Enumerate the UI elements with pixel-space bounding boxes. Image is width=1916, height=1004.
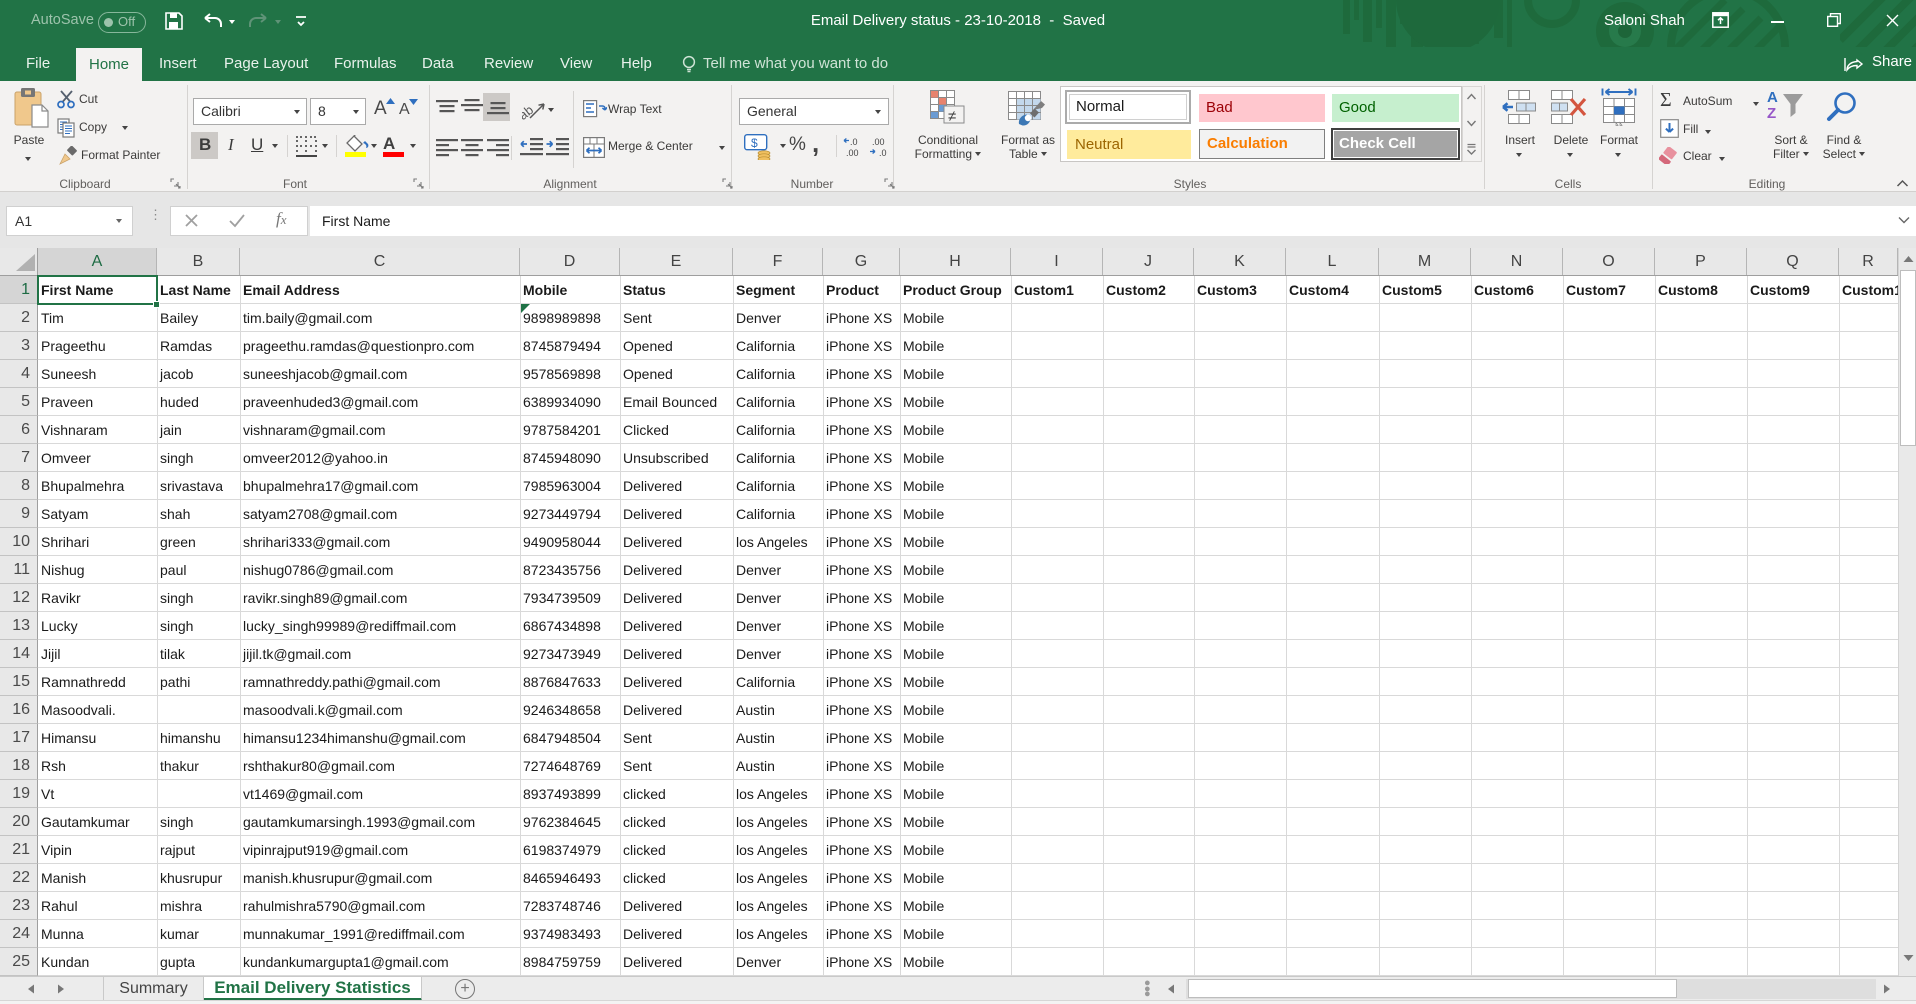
svg-text:.0: .0 xyxy=(850,137,858,147)
svg-text:.0: .0 xyxy=(879,148,887,158)
svg-text:.00: .00 xyxy=(846,148,859,158)
svg-text:$: $ xyxy=(751,136,758,150)
svg-text:≠: ≠ xyxy=(948,108,956,125)
svg-text:ab: ab xyxy=(522,102,536,121)
svg-text:.00: .00 xyxy=(872,137,885,147)
